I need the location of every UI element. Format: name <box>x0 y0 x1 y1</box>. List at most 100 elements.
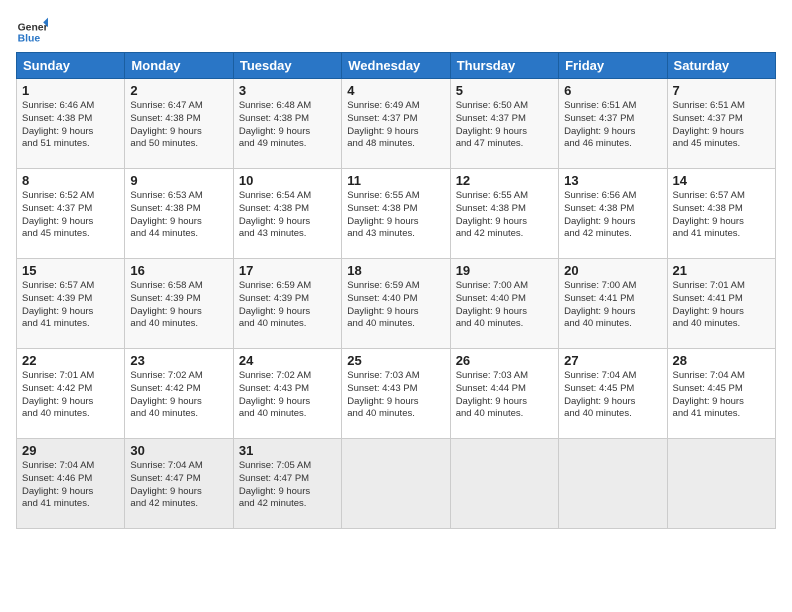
day-number: 11 <box>347 173 444 188</box>
calendar-cell: 28Sunrise: 7:04 AMSunset: 4:45 PMDayligh… <box>667 349 775 439</box>
calendar-cell: 29 Sunrise: 7:04 AMSunset: 4:46 PMDayligh… <box>17 439 125 529</box>
day-number: 4 <box>347 83 444 98</box>
day-number: 15 <box>22 263 119 278</box>
day-number: 19 <box>456 263 553 278</box>
calendar-cell: 17Sunrise: 6:59 AMSunset: 4:39 PMDayligh… <box>233 259 341 349</box>
calendar-week-5: 29 Sunrise: 7:04 AMSunset: 4:46 PMDayligh… <box>17 439 776 529</box>
day-info: Sunrise: 7:04 AMSunset: 4:45 PMDaylight:… <box>564 370 661 421</box>
calendar-header-monday: Monday <box>125 53 233 79</box>
calendar-cell: 22 Sunrise: 7:01 AMSunset: 4:42 PMDayligh… <box>17 349 125 439</box>
day-info: Sunrise: 7:04 AMSunset: 4:46 PMDaylight:… <box>22 460 119 511</box>
day-number: 23 <box>130 353 227 368</box>
calendar-cell: 1 Sunrise: 6:46 AMSunset: 4:38 PMDaylight… <box>17 79 125 169</box>
day-number: 2 <box>130 83 227 98</box>
day-info: Sunrise: 6:51 AMSunset: 4:37 PMDaylight:… <box>564 100 661 151</box>
day-number: 18 <box>347 263 444 278</box>
calendar-cell: 25 Sunrise: 7:03 AMSunset: 4:43 PMDayligh… <box>342 349 450 439</box>
calendar-cell <box>559 439 667 529</box>
calendar-cell: 8 Sunrise: 6:52 AMSunset: 4:37 PMDaylight… <box>17 169 125 259</box>
day-info: Sunrise: 6:56 AMSunset: 4:38 PMDaylight:… <box>564 190 661 241</box>
calendar-cell: 11 Sunrise: 6:55 AMSunset: 4:38 PMDayligh… <box>342 169 450 259</box>
calendar-cell: 21Sunrise: 7:01 AMSunset: 4:41 PMDayligh… <box>667 259 775 349</box>
header: General Blue <box>16 16 776 48</box>
calendar-cell: 2 Sunrise: 6:47 AMSunset: 4:38 PMDaylight… <box>125 79 233 169</box>
calendar-header-row: SundayMondayTuesdayWednesdayThursdayFrid… <box>17 53 776 79</box>
calendar-body: 1 Sunrise: 6:46 AMSunset: 4:38 PMDaylight… <box>17 79 776 529</box>
day-info: Sunrise: 7:04 AMSunset: 4:47 PMDaylight:… <box>130 460 227 511</box>
calendar-week-3: 15 Sunrise: 6:57 AMSunset: 4:39 PMDayligh… <box>17 259 776 349</box>
calendar-cell: 9Sunrise: 6:53 AMSunset: 4:38 PMDaylight… <box>125 169 233 259</box>
day-number: 8 <box>22 173 119 188</box>
calendar-week-2: 8 Sunrise: 6:52 AMSunset: 4:37 PMDaylight… <box>17 169 776 259</box>
calendar-cell: 3Sunrise: 6:48 AMSunset: 4:38 PMDaylight… <box>233 79 341 169</box>
day-number: 22 <box>22 353 119 368</box>
calendar-cell: 10Sunrise: 6:54 AMSunset: 4:38 PMDayligh… <box>233 169 341 259</box>
calendar-cell <box>450 439 558 529</box>
day-info: Sunrise: 7:00 AMSunset: 4:41 PMDaylight:… <box>564 280 661 331</box>
day-info: Sunrise: 7:01 AMSunset: 4:41 PMDaylight:… <box>673 280 770 331</box>
day-info: Sunrise: 6:57 AMSunset: 4:38 PMDaylight:… <box>673 190 770 241</box>
calendar-cell: 23 Sunrise: 7:02 AMSunset: 4:42 PMDayligh… <box>125 349 233 439</box>
day-info: Sunrise: 7:02 AMSunset: 4:43 PMDaylight:… <box>239 370 336 421</box>
logo-icon: General Blue <box>16 16 48 48</box>
day-number: 29 <box>22 443 119 458</box>
day-number: 17 <box>239 263 336 278</box>
day-number: 20 <box>564 263 661 278</box>
day-info: Sunrise: 7:03 AMSunset: 4:43 PMDaylight:… <box>347 370 444 421</box>
day-number: 24 <box>239 353 336 368</box>
calendar-cell: 15 Sunrise: 6:57 AMSunset: 4:39 PMDayligh… <box>17 259 125 349</box>
day-info: Sunrise: 7:00 AMSunset: 4:40 PMDaylight:… <box>456 280 553 331</box>
day-info: Sunrise: 7:03 AMSunset: 4:44 PMDaylight:… <box>456 370 553 421</box>
day-number: 26 <box>456 353 553 368</box>
day-info: Sunrise: 6:57 AMSunset: 4:39 PMDaylight:… <box>22 280 119 331</box>
day-info: Sunrise: 6:46 AMSunset: 4:38 PMDaylight:… <box>22 100 119 151</box>
calendar-week-4: 22 Sunrise: 7:01 AMSunset: 4:42 PMDayligh… <box>17 349 776 439</box>
day-number: 27 <box>564 353 661 368</box>
day-number: 31 <box>239 443 336 458</box>
calendar-cell: 6 Sunrise: 6:51 AMSunset: 4:37 PMDaylight… <box>559 79 667 169</box>
calendar-cell: 18Sunrise: 6:59 AMSunset: 4:40 PMDayligh… <box>342 259 450 349</box>
day-info: Sunrise: 7:01 AMSunset: 4:42 PMDaylight:… <box>22 370 119 421</box>
day-info: Sunrise: 6:50 AMSunset: 4:37 PMDaylight:… <box>456 100 553 151</box>
day-info: Sunrise: 6:55 AMSunset: 4:38 PMDaylight:… <box>347 190 444 241</box>
calendar-header-friday: Friday <box>559 53 667 79</box>
calendar-header-wednesday: Wednesday <box>342 53 450 79</box>
calendar-week-1: 1 Sunrise: 6:46 AMSunset: 4:38 PMDaylight… <box>17 79 776 169</box>
day-number: 14 <box>673 173 770 188</box>
day-number: 3 <box>239 83 336 98</box>
day-number: 28 <box>673 353 770 368</box>
day-number: 10 <box>239 173 336 188</box>
calendar-cell: 31Sunrise: 7:05 AMSunset: 4:47 PMDayligh… <box>233 439 341 529</box>
day-number: 9 <box>130 173 227 188</box>
day-number: 1 <box>22 83 119 98</box>
day-number: 6 <box>564 83 661 98</box>
calendar-cell: 26 Sunrise: 7:03 AMSunset: 4:44 PMDayligh… <box>450 349 558 439</box>
calendar: SundayMondayTuesdayWednesdayThursdayFrid… <box>16 52 776 529</box>
calendar-header-saturday: Saturday <box>667 53 775 79</box>
calendar-cell: 14 Sunrise: 6:57 AMSunset: 4:38 PMDayligh… <box>667 169 775 259</box>
calendar-cell: 13 Sunrise: 6:56 AMSunset: 4:38 PMDayligh… <box>559 169 667 259</box>
calendar-cell: 30Sunrise: 7:04 AMSunset: 4:47 PMDayligh… <box>125 439 233 529</box>
day-info: Sunrise: 6:52 AMSunset: 4:37 PMDaylight:… <box>22 190 119 241</box>
calendar-cell <box>342 439 450 529</box>
calendar-cell <box>667 439 775 529</box>
day-number: 7 <box>673 83 770 98</box>
calendar-cell: 27 Sunrise: 7:04 AMSunset: 4:45 PMDayligh… <box>559 349 667 439</box>
svg-text:General: General <box>18 22 48 33</box>
day-number: 13 <box>564 173 661 188</box>
day-info: Sunrise: 6:47 AMSunset: 4:38 PMDaylight:… <box>130 100 227 151</box>
logo: General Blue <box>16 16 48 48</box>
calendar-cell: 24 Sunrise: 7:02 AMSunset: 4:43 PMDayligh… <box>233 349 341 439</box>
day-number: 25 <box>347 353 444 368</box>
day-info: Sunrise: 6:55 AMSunset: 4:38 PMDaylight:… <box>456 190 553 241</box>
svg-text:Blue: Blue <box>18 34 41 45</box>
day-info: Sunrise: 7:02 AMSunset: 4:42 PMDaylight:… <box>130 370 227 421</box>
day-info: Sunrise: 6:51 AMSunset: 4:37 PMDaylight:… <box>673 100 770 151</box>
calendar-cell: 16 Sunrise: 6:58 AMSunset: 4:39 PMDayligh… <box>125 259 233 349</box>
day-info: Sunrise: 6:49 AMSunset: 4:37 PMDaylight:… <box>347 100 444 151</box>
calendar-cell: 7 Sunrise: 6:51 AMSunset: 4:37 PMDaylight… <box>667 79 775 169</box>
calendar-cell: 19 Sunrise: 7:00 AMSunset: 4:40 PMDayligh… <box>450 259 558 349</box>
day-number: 16 <box>130 263 227 278</box>
day-info: Sunrise: 6:58 AMSunset: 4:39 PMDaylight:… <box>130 280 227 331</box>
calendar-header-sunday: Sunday <box>17 53 125 79</box>
